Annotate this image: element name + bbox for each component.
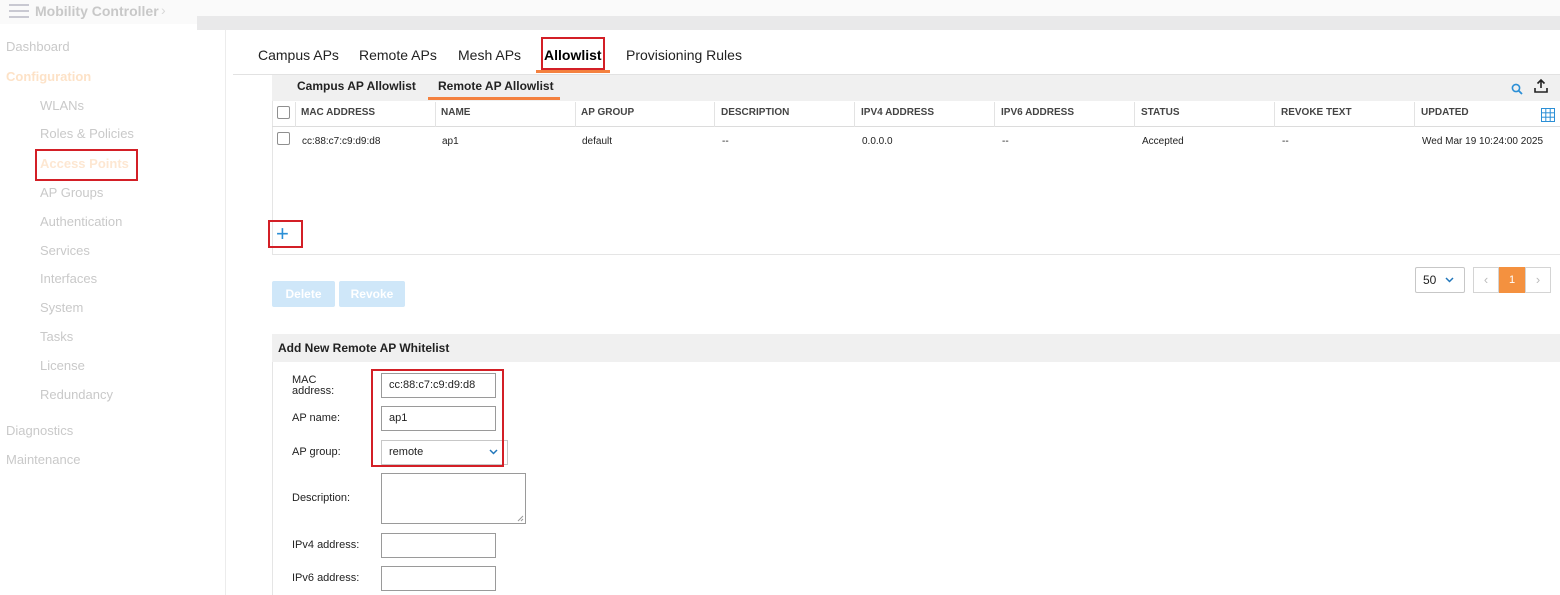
page-size-select[interactable]: 50 bbox=[1415, 267, 1465, 293]
ipv6-address-label: IPv6 address: bbox=[292, 572, 360, 584]
active-subtab-indicator bbox=[428, 97, 560, 100]
upload-icon[interactable] bbox=[1533, 78, 1549, 99]
ipv6-address-field[interactable] bbox=[381, 566, 496, 591]
table-bottom-border bbox=[272, 254, 1560, 255]
ap-group-label: AP group: bbox=[292, 446, 341, 458]
prev-page-button[interactable]: ‹ bbox=[1473, 267, 1499, 293]
sidebar-item-services[interactable]: Services bbox=[40, 243, 90, 258]
column-header-ipv4[interactable]: IPV4 ADDRESS bbox=[861, 107, 934, 118]
cell-status: Accepted bbox=[1142, 136, 1184, 147]
highlight-add-button bbox=[268, 220, 303, 248]
sidebar-item-maintenance[interactable]: Maintenance bbox=[6, 452, 80, 467]
sidebar-item-system[interactable]: System bbox=[40, 300, 83, 315]
top-bar-strip bbox=[197, 16, 1560, 30]
tab-mesh-aps[interactable]: Mesh APs bbox=[458, 47, 521, 63]
column-header-mac[interactable]: MAC ADDRESS bbox=[301, 107, 375, 118]
top-bar bbox=[0, 0, 1560, 30]
subtab-campus-ap-allowlist[interactable]: Campus AP Allowlist bbox=[297, 79, 416, 93]
description-label: Description: bbox=[292, 492, 351, 504]
cell-ipv6: -- bbox=[1002, 136, 1009, 147]
search-icon[interactable] bbox=[1511, 82, 1523, 100]
column-header-ipv6[interactable]: IPV6 ADDRESS bbox=[1001, 107, 1074, 118]
chevron-right-icon[interactable]: › bbox=[161, 2, 166, 18]
tab-remote-aps[interactable]: Remote APs bbox=[359, 47, 437, 63]
ipv4-address-field[interactable] bbox=[381, 533, 496, 558]
ap-name-label: AP name: bbox=[292, 412, 341, 424]
revoke-button[interactable]: Revoke bbox=[339, 281, 405, 307]
column-header-revoke-text[interactable]: REVOKE TEXT bbox=[1281, 107, 1352, 118]
column-header-ap-group[interactable]: AP GROUP bbox=[581, 107, 634, 118]
sidebar bbox=[0, 30, 226, 595]
menu-icon[interactable] bbox=[9, 4, 29, 18]
column-header-name[interactable]: NAME bbox=[441, 107, 470, 118]
tab-provisioning-rules[interactable]: Provisioning Rules bbox=[626, 47, 742, 63]
cell-ipv4: 0.0.0.0 bbox=[862, 136, 893, 147]
highlight-form-fields bbox=[371, 369, 504, 467]
tab-campus-aps[interactable]: Campus APs bbox=[258, 47, 339, 63]
current-page-button[interactable]: 1 bbox=[1499, 267, 1525, 293]
cell-ap-group: default bbox=[582, 136, 613, 147]
cell-revoke-text: -- bbox=[1282, 136, 1289, 147]
sidebar-item-diagnostics[interactable]: Diagnostics bbox=[6, 423, 73, 438]
sidebar-item-tasks[interactable]: Tasks bbox=[40, 329, 73, 344]
grid-icon[interactable] bbox=[1541, 108, 1555, 127]
sidebar-item-dashboard[interactable]: Dashboard bbox=[6, 39, 70, 54]
active-tab-indicator bbox=[536, 70, 610, 73]
sidebar-item-redundancy[interactable]: Redundancy bbox=[40, 387, 113, 402]
description-field[interactable] bbox=[381, 473, 526, 524]
cell-updated: Wed Mar 19 10:24:00 2025 bbox=[1422, 136, 1544, 147]
cell-mac: cc:88:c7:c9:d9:d8 bbox=[302, 136, 381, 147]
column-header-updated[interactable]: UPDATED bbox=[1421, 107, 1469, 118]
select-all-checkbox[interactable] bbox=[277, 106, 290, 119]
cell-name: ap1 bbox=[442, 136, 459, 147]
app-title: Mobility Controller bbox=[35, 3, 159, 19]
next-page-button[interactable]: › bbox=[1525, 267, 1551, 293]
column-header-status[interactable]: STATUS bbox=[1141, 107, 1180, 118]
sidebar-item-configuration[interactable]: Configuration bbox=[6, 69, 91, 84]
highlight-access-points bbox=[35, 149, 138, 181]
sidebar-item-interfaces[interactable]: Interfaces bbox=[40, 271, 97, 286]
form-border bbox=[272, 362, 273, 595]
ipv4-address-label: IPv4 address: bbox=[292, 539, 360, 551]
delete-button[interactable]: Delete bbox=[272, 281, 335, 307]
sidebar-item-authentication[interactable]: Authentication bbox=[40, 214, 122, 229]
form-title: Add New Remote AP Whitelist bbox=[278, 341, 450, 355]
page-size-value: 50 bbox=[1423, 273, 1437, 287]
column-header-description[interactable]: DESCRIPTION bbox=[721, 107, 789, 118]
form-header bbox=[272, 334, 1560, 362]
subtab-remote-ap-allowlist[interactable]: Remote AP Allowlist bbox=[438, 79, 554, 93]
mac-address-label: MAC address: bbox=[292, 375, 334, 397]
chevron-down-icon bbox=[1445, 268, 1454, 301]
highlight-allowlist-tab bbox=[541, 37, 605, 70]
sidebar-item-wlans[interactable]: WLANs bbox=[40, 98, 84, 113]
mac-label-line2: address: bbox=[292, 385, 335, 397]
cell-description: -- bbox=[722, 136, 729, 147]
sidebar-item-ap-groups[interactable]: AP Groups bbox=[40, 185, 103, 200]
sidebar-item-license[interactable]: License bbox=[40, 358, 85, 373]
row-checkbox[interactable] bbox=[277, 132, 290, 145]
sidebar-item-roles-policies[interactable]: Roles & Policies bbox=[40, 126, 134, 141]
